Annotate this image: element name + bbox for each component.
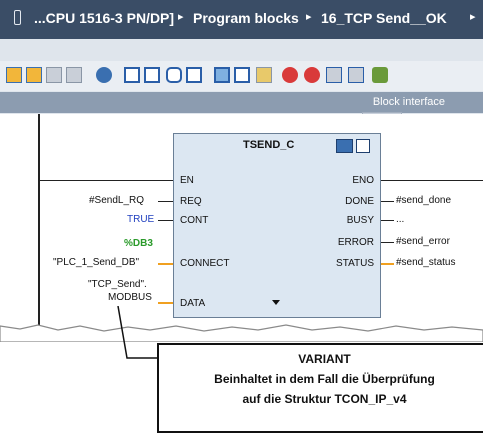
connect-icon[interactable] (96, 67, 112, 83)
pin-error: ERROR (337, 237, 374, 248)
breadcrumb-item-cpu[interactable]: ...CPU 1516-3 PN/DP] (34, 10, 174, 26)
breadcrumb-item-current-block[interactable]: 16_TCP Send__OK (321, 10, 447, 26)
pin-eno: ENO (352, 175, 374, 186)
param-cont-value[interactable]: TRUE (127, 214, 154, 225)
block-editor-toolbar (0, 61, 483, 91)
download-icon[interactable] (372, 67, 388, 83)
done-wire (381, 201, 394, 202)
busy-wire (381, 220, 394, 221)
pin-done: DONE (345, 196, 374, 207)
connect-wire (158, 263, 173, 265)
call-structure-icon[interactable] (326, 67, 342, 83)
pin-status: STATUS (336, 258, 374, 269)
data-wire (158, 302, 173, 304)
next-error-icon[interactable] (304, 67, 320, 83)
callout-line-1: Beinhaltet in dem Fall die Überprüfung (214, 372, 435, 386)
insert-network-icon[interactable] (6, 67, 22, 83)
pin-cont: CONT (180, 215, 209, 226)
pin-connect: CONNECT (180, 258, 230, 269)
close-branch-icon[interactable] (66, 67, 82, 83)
status-wire (381, 263, 394, 265)
pin-icon[interactable] (14, 10, 21, 25)
delete-network-icon[interactable] (26, 67, 42, 83)
cont-wire (158, 220, 173, 221)
pin-busy: BUSY (346, 215, 374, 226)
callout-title: VARIANT (298, 352, 351, 366)
torn-edge-divider (0, 324, 483, 342)
power-rail (38, 114, 40, 329)
block-info-icon[interactable] (336, 139, 353, 153)
absolute-operands-icon[interactable] (124, 67, 140, 83)
en-wire (40, 180, 173, 181)
param-done-value[interactable]: #send_done (396, 195, 451, 206)
breadcrumb-bar: ...CPU 1516-3 PN/DP] ▸ Program blocks ▸ … (0, 0, 483, 39)
param-connect-value[interactable]: "PLC_1_Send_DB" (53, 257, 139, 268)
collapse-all-icon[interactable] (234, 67, 250, 83)
eno-wire (381, 180, 483, 181)
callout-line-2: auf die Struktur TCON_IP_v4 (242, 392, 407, 406)
pin-req: REQ (180, 196, 202, 207)
param-data-value-line2[interactable]: MODBUS (108, 292, 152, 303)
breadcrumb-item-program-blocks[interactable]: Program blocks (193, 10, 299, 26)
block-interface-label[interactable]: Block interface (373, 96, 445, 108)
param-error-value[interactable]: #send_error (396, 236, 450, 247)
param-connect-db: %DB3 (124, 238, 153, 249)
breadcrumb-separator-icon: ▸ (306, 11, 312, 23)
block-name: TSEND_C (243, 139, 295, 151)
go-to-error-icon[interactable] (282, 67, 298, 83)
favorites-icon[interactable] (186, 67, 202, 83)
expand-all-icon[interactable] (214, 67, 230, 83)
breadcrumb-overflow-icon[interactable]: ▸ (470, 10, 476, 23)
param-data-value-line1[interactable]: "TCP_Send". (88, 279, 147, 290)
monitor-icon[interactable] (256, 67, 272, 83)
insert-branch-icon[interactable] (46, 67, 62, 83)
block-options-icon[interactable] (356, 139, 370, 153)
assignment-list-icon[interactable] (348, 67, 364, 83)
variant-callout: VARIANT Beinhaltet in dem Fall die Überp… (157, 343, 483, 433)
network-overview-icon[interactable] (144, 67, 160, 83)
param-status-value[interactable]: #send_status (396, 257, 456, 268)
pin-en: EN (180, 175, 194, 186)
comments-icon[interactable] (166, 67, 182, 83)
error-wire (381, 242, 394, 243)
param-busy-value[interactable]: ... (396, 214, 404, 225)
param-req-value[interactable]: #SendL_RQ (89, 195, 144, 206)
pin-data: DATA (180, 298, 206, 309)
breadcrumb-separator-icon: ▸ (178, 11, 184, 23)
block-expand-arrow-icon[interactable] (272, 300, 280, 305)
req-wire (158, 201, 173, 202)
